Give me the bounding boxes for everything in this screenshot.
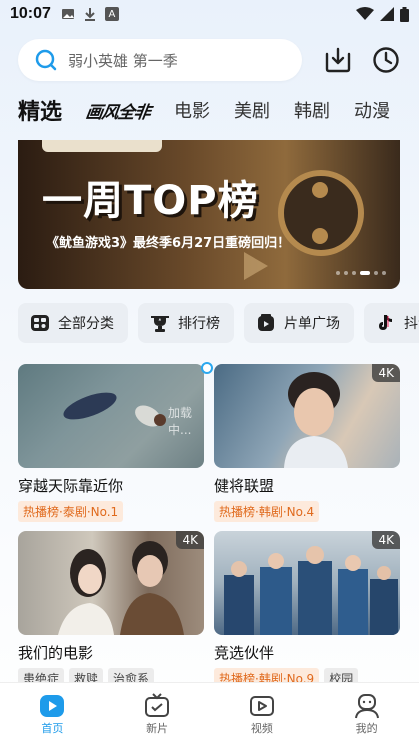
video-card[interactable]: 4K 健将联盟 热播榜·韩剧·No.4 bbox=[214, 364, 400, 522]
sim-icon: A bbox=[104, 7, 119, 21]
status-bar: 10:07 A bbox=[0, 0, 419, 28]
download-button[interactable] bbox=[322, 44, 354, 76]
card-title: 穿越天际靠近你 bbox=[18, 477, 124, 495]
loading-spinner bbox=[201, 362, 213, 374]
chip-all-categories[interactable]: 全部分类 bbox=[18, 303, 128, 343]
nav-label: 视频 bbox=[250, 721, 273, 735]
chip-ranking[interactable]: 排行榜 bbox=[138, 303, 234, 343]
video-card[interactable]: 4K 竞选伙伴 热播榜·韩剧·No.9 校园 bbox=[214, 531, 400, 689]
chip-label: 排行榜 bbox=[178, 316, 220, 332]
playlist-icon bbox=[256, 313, 276, 333]
video-thumbnail: 4K bbox=[214, 364, 400, 468]
nav-profile[interactable]: 我的 bbox=[314, 683, 419, 744]
category-chips: 全部分类 排行榜 片单广场 抖音 bbox=[18, 303, 419, 343]
film-reel-icon bbox=[278, 170, 364, 256]
4k-badge: 4K bbox=[372, 531, 400, 549]
gallery-icon bbox=[61, 9, 74, 19]
video-card[interactable]: 4K 我们的电影 患绝症 救赎 治愈系 bbox=[18, 531, 204, 689]
card-title: 我们的电影 bbox=[18, 644, 94, 662]
search-input[interactable]: 弱小英雄 第一季 bbox=[18, 39, 302, 81]
download-icon bbox=[325, 47, 351, 73]
clock-icon bbox=[373, 47, 399, 73]
pager-dot bbox=[382, 271, 386, 275]
video-card[interactable]: 加载中... 穿越天际靠近你 热播榜·泰剧·No.1 bbox=[18, 362, 213, 522]
pager-dot bbox=[360, 271, 370, 275]
banner-pager bbox=[336, 271, 386, 275]
pager-dot bbox=[336, 271, 340, 275]
video-thumbnail: 加载中... bbox=[18, 364, 204, 468]
bottom-nav: 首页 新片 视频 我的 bbox=[0, 682, 419, 744]
banner-headline: 一周TOP榜 bbox=[42, 178, 259, 224]
tab-movies[interactable]: 电影 bbox=[174, 97, 210, 123]
card-title: 健将联盟 bbox=[214, 477, 275, 495]
tv-icon bbox=[143, 692, 171, 720]
video-icon bbox=[248, 692, 276, 720]
chip-playlist-square[interactable]: 片单广场 bbox=[244, 303, 354, 343]
nav-label: 首页 bbox=[41, 721, 64, 735]
grid-icon bbox=[30, 313, 50, 333]
download-status-icon bbox=[84, 8, 95, 21]
actor-figure bbox=[284, 372, 348, 468]
loading-text: 加载中... bbox=[168, 406, 193, 437]
pager-dot bbox=[352, 271, 356, 275]
students-figure bbox=[224, 546, 398, 635]
wifi-icon bbox=[356, 7, 374, 20]
tab-us-drama[interactable]: 美剧 bbox=[234, 97, 270, 123]
tab-show-logo[interactable]: 画风全非 bbox=[84, 98, 152, 123]
profile-icon bbox=[353, 692, 381, 720]
search-icon bbox=[35, 49, 57, 71]
chip-label: 抖音 bbox=[404, 316, 419, 332]
ranking-tag: 热播榜·泰剧·No.1 bbox=[18, 501, 124, 522]
couple-figure bbox=[58, 541, 184, 635]
banner-subtitle: 《鱿鱼游戏3》最终季6月27日重磅回归！ bbox=[46, 236, 291, 251]
tab-featured[interactable]: 精选 bbox=[18, 94, 62, 126]
4k-badge: 4K bbox=[372, 364, 400, 382]
tab-anime[interactable]: 动漫 bbox=[354, 97, 390, 123]
chip-tiktok[interactable]: 抖音 bbox=[364, 303, 419, 343]
nav-new[interactable]: 新片 bbox=[105, 683, 210, 744]
pager-dot bbox=[374, 271, 378, 275]
history-button[interactable] bbox=[370, 44, 402, 76]
channel-tabs: 精选 画风全非 电影 美剧 韩剧 动漫 bbox=[18, 92, 419, 128]
video-thumbnail: 4K bbox=[18, 531, 204, 635]
card-title: 竞选伙伴 bbox=[214, 644, 275, 662]
4k-badge: 4K bbox=[176, 531, 204, 549]
tab-k-drama[interactable]: 韩剧 bbox=[294, 97, 330, 123]
video-thumbnail: 4K bbox=[214, 531, 400, 635]
pager-dot bbox=[344, 271, 348, 275]
nav-video[interactable]: 视频 bbox=[210, 683, 315, 744]
nav-home[interactable]: 首页 bbox=[0, 683, 105, 744]
chip-label: 片单广场 bbox=[284, 316, 340, 332]
nav-label: 我的 bbox=[355, 721, 378, 735]
status-time: 10:07 bbox=[10, 5, 51, 22]
tiktok-icon bbox=[376, 313, 396, 333]
home-play-icon bbox=[38, 692, 66, 720]
ranking-tag: 热播榜·韩剧·No.4 bbox=[214, 501, 320, 522]
banner-ribbon bbox=[42, 140, 162, 152]
signal-icon bbox=[380, 7, 394, 21]
trophy-icon bbox=[150, 313, 170, 333]
hero-banner[interactable]: 一周TOP榜 《鱿鱼游戏3》最终季6月27日重磅回归！ bbox=[18, 140, 400, 289]
play-triangle-icon bbox=[244, 252, 268, 280]
chip-label: 全部分类 bbox=[58, 316, 114, 332]
battery-icon bbox=[400, 6, 409, 22]
nav-label: 新片 bbox=[146, 721, 169, 735]
search-placeholder: 弱小英雄 第一季 bbox=[68, 51, 178, 70]
